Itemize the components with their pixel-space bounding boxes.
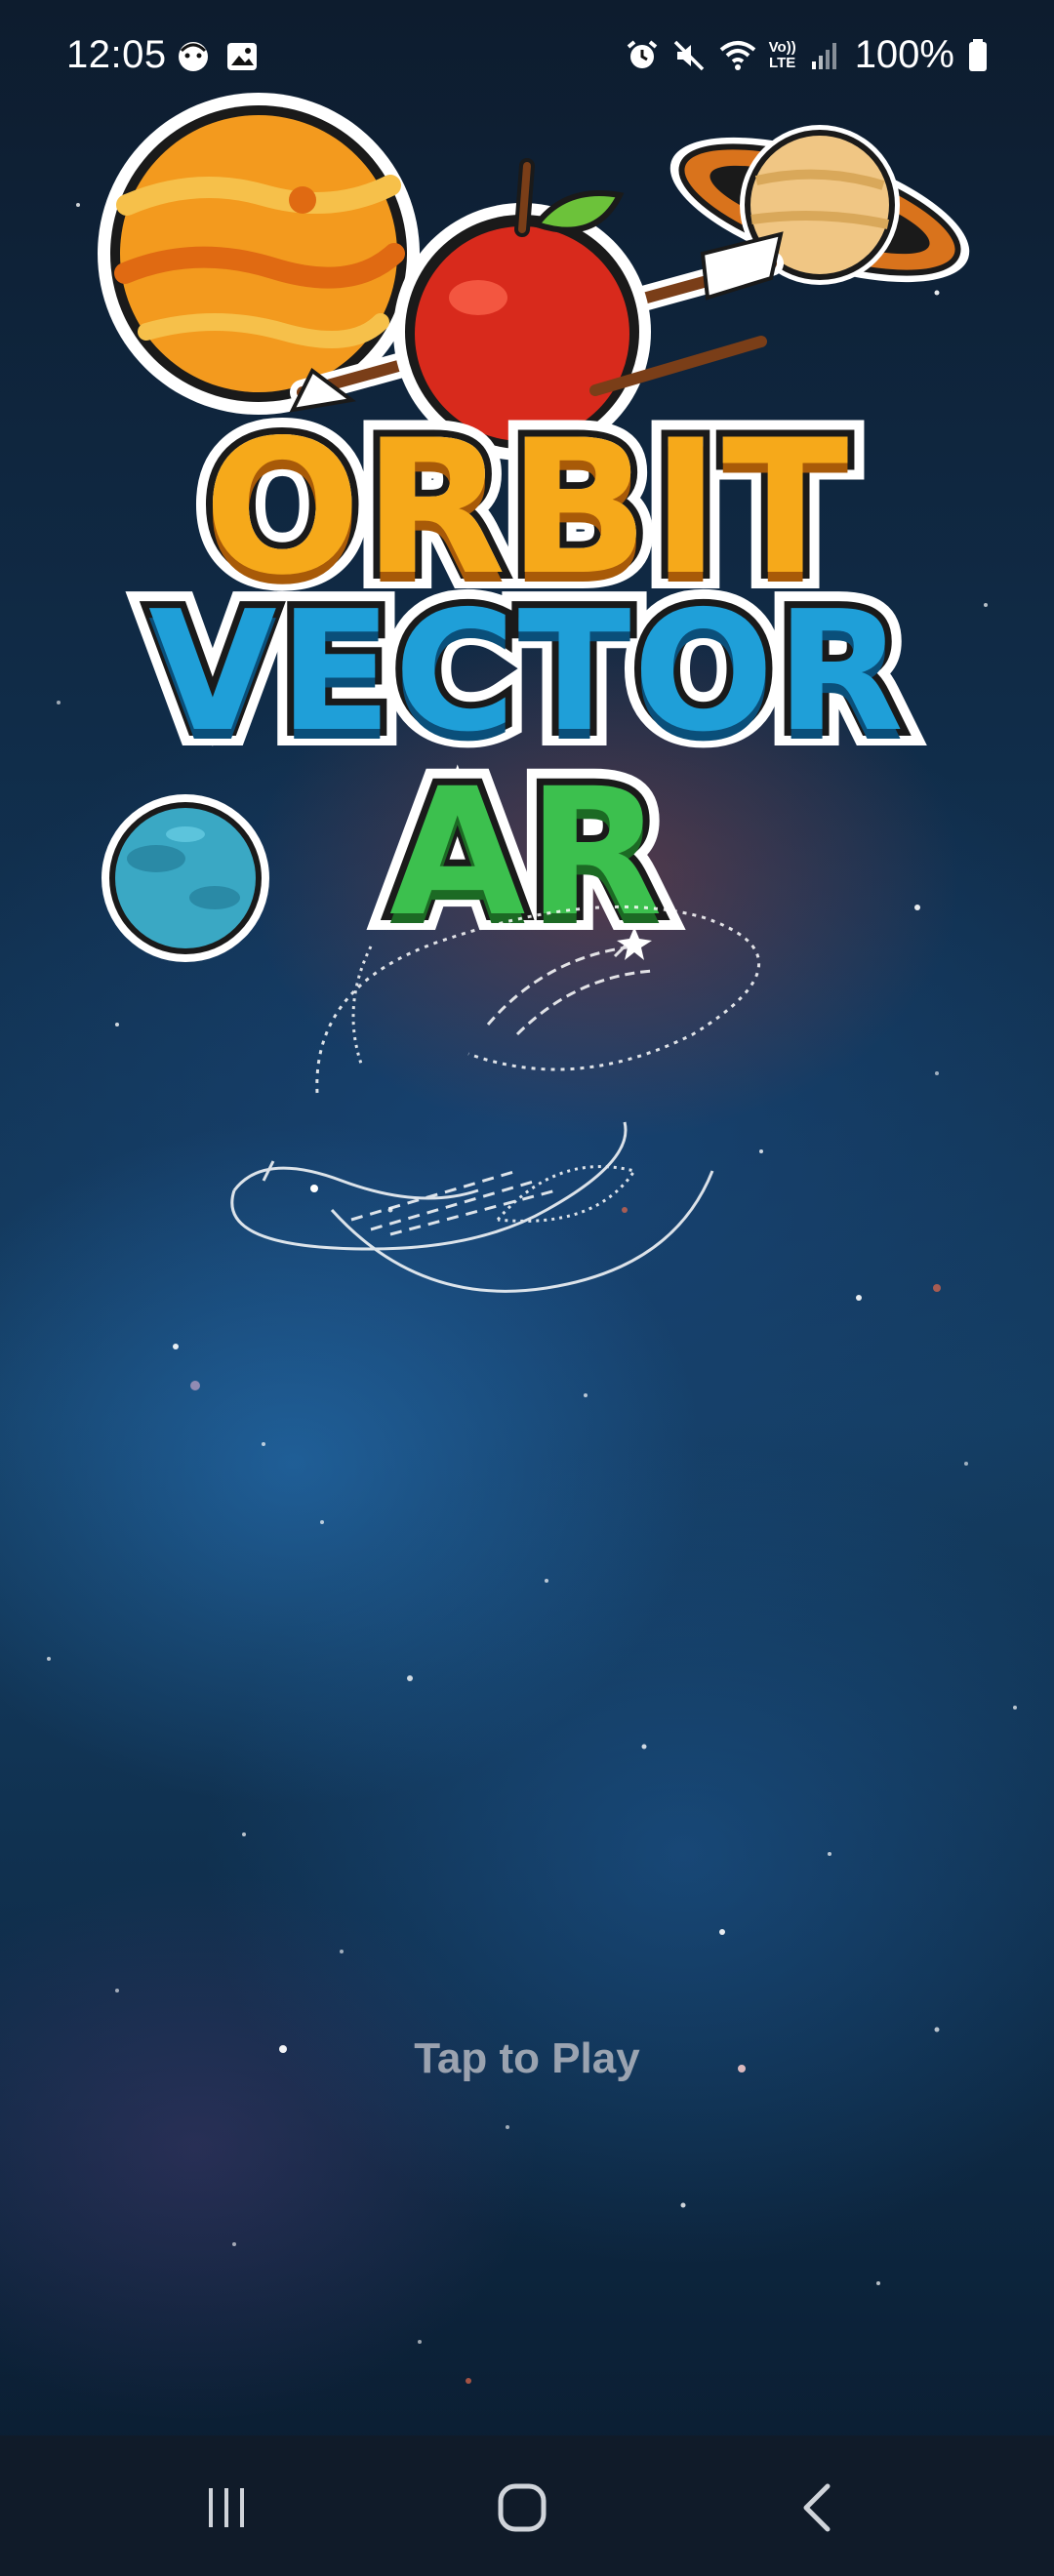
signal-icon xyxy=(811,42,836,69)
recent-apps-button[interactable] xyxy=(197,2478,256,2537)
orbit-trajectory-art xyxy=(230,905,760,1293)
lte-label: LTE xyxy=(769,54,796,71)
battery-icon xyxy=(969,38,987,71)
mute-icon xyxy=(673,40,704,70)
face-icon xyxy=(179,42,208,71)
back-button[interactable] xyxy=(789,2478,847,2537)
home-button[interactable] xyxy=(493,2478,551,2537)
system-status-icons: Vo)) LTE 100% xyxy=(625,33,990,77)
volte-icon: Vo)) LTE xyxy=(768,38,796,71)
notification-icons xyxy=(176,39,260,74)
tap-to-play-prompt[interactable]: Tap to Play xyxy=(0,2034,1054,2083)
alarm-icon xyxy=(627,39,657,68)
volte-label: Vo)) xyxy=(768,38,796,56)
game-title-screen[interactable]: 12:05 Vo)) LTE 100% ORBIT ORBIT VECTOR V… xyxy=(0,0,1054,2576)
navigation-bar xyxy=(0,2435,1054,2576)
battery-percent: 100% xyxy=(854,33,954,76)
clock: 12:05 xyxy=(66,33,167,76)
logo-line2: VECTOR xyxy=(142,569,911,776)
wifi-icon xyxy=(719,40,755,70)
gallery-icon xyxy=(227,43,257,70)
